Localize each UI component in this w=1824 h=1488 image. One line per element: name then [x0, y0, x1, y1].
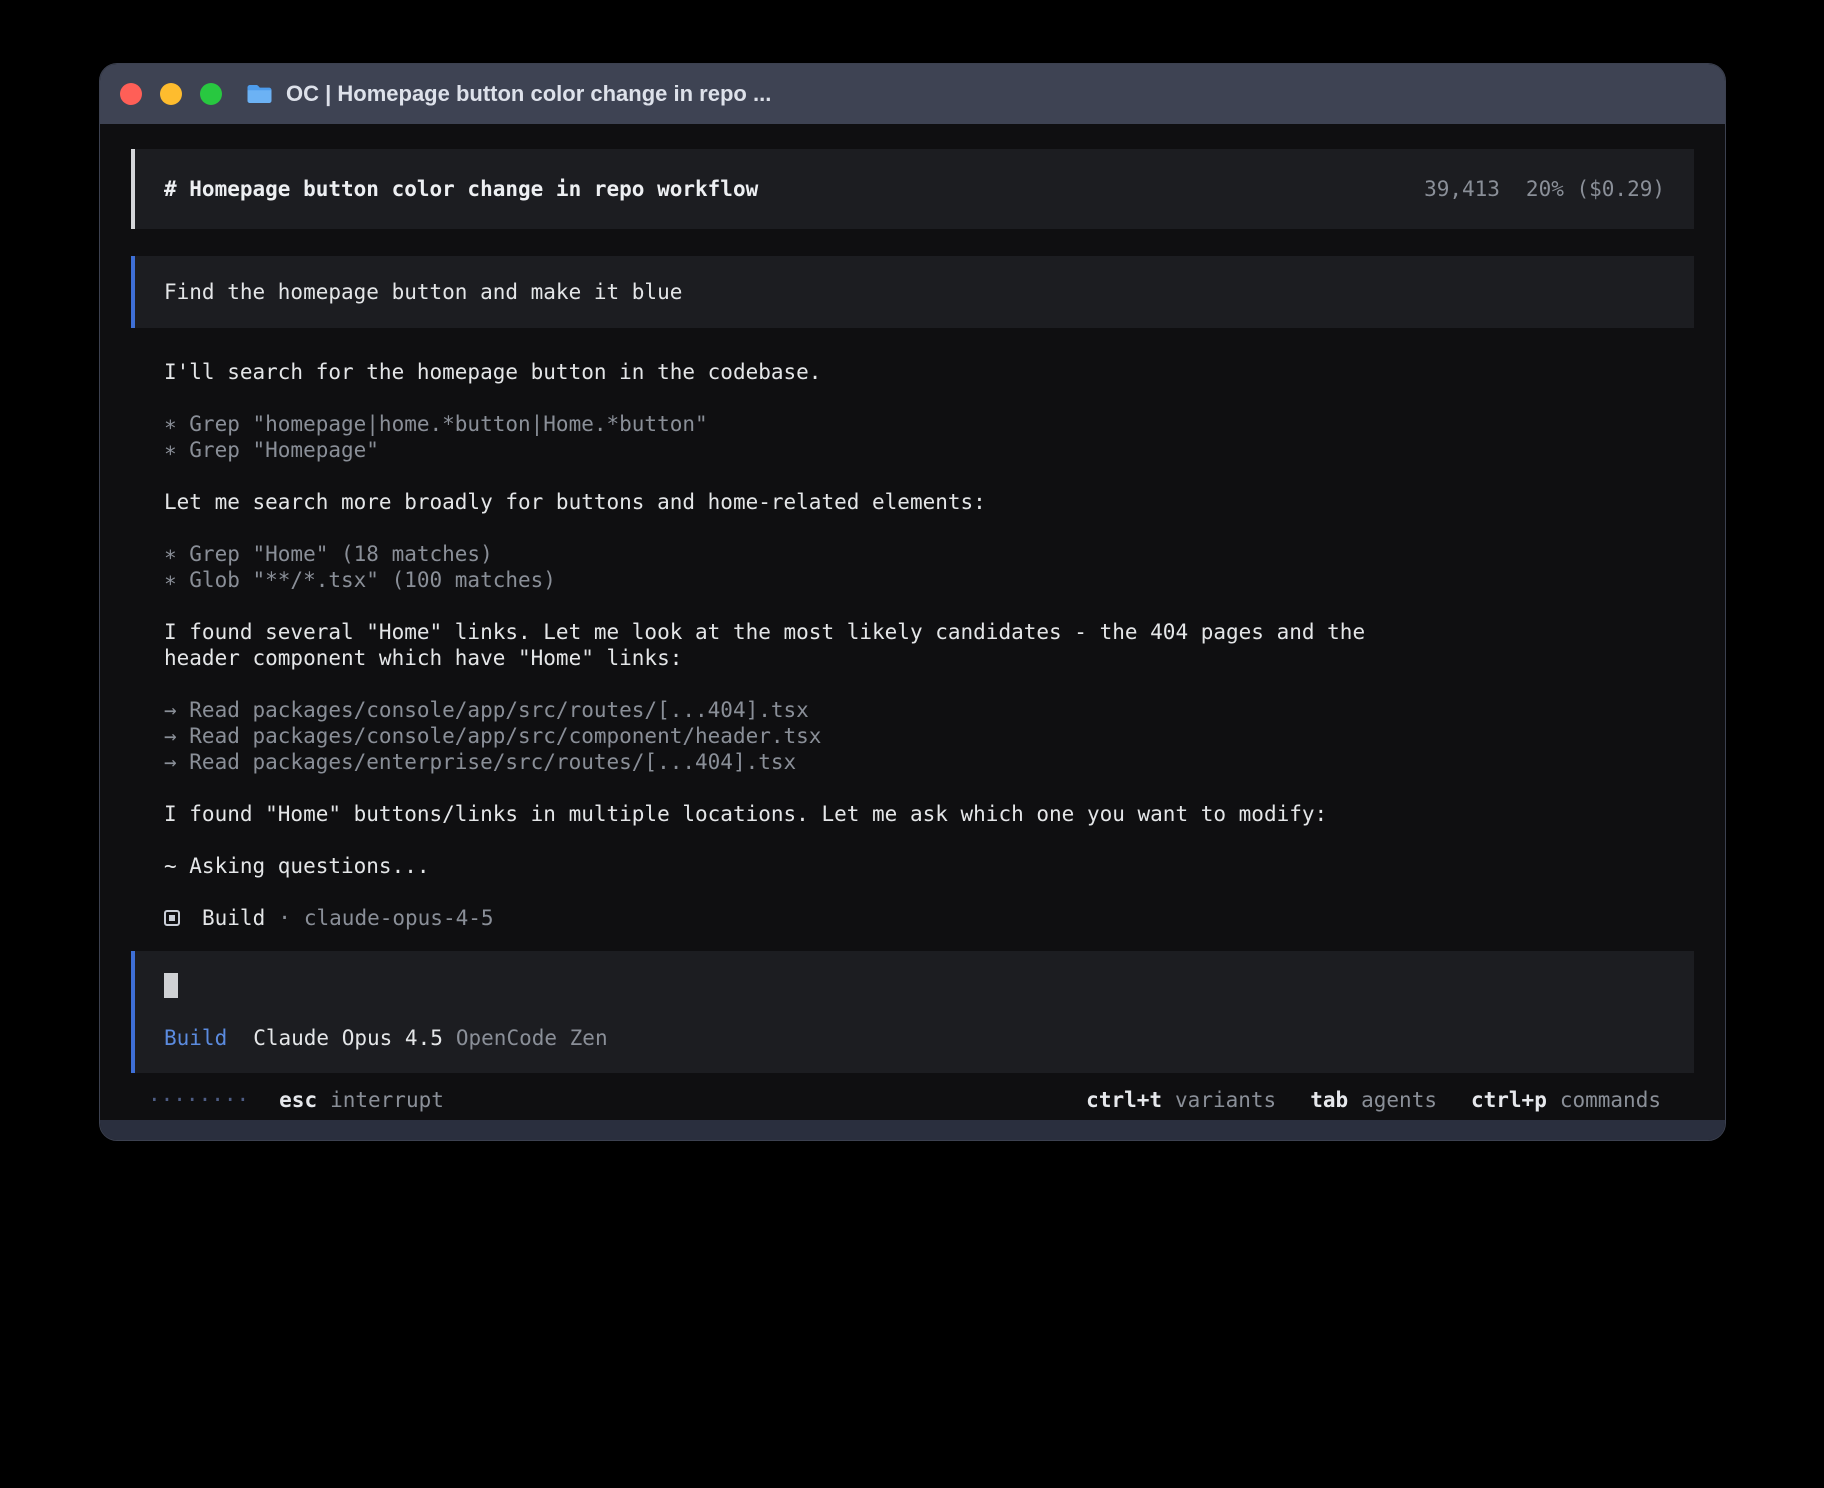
- agent-build-icon: [164, 910, 180, 926]
- prompt-input[interactable]: Build Claude Opus 4.5 OpenCode Zen: [131, 951, 1694, 1073]
- tool-call-grep: ∗ Grep "Home" (18 matches): [164, 541, 1428, 567]
- text-cursor: [164, 973, 178, 998]
- assistant-text: I found several "Home" links. Let me loo…: [164, 619, 1428, 671]
- agent-separator: ·: [278, 905, 291, 931]
- esc-key: esc: [279, 1087, 317, 1113]
- tab-key: tab: [1310, 1087, 1348, 1113]
- terminal-window: OC | Homepage button color change in rep…: [99, 63, 1726, 1141]
- window-controls: [120, 83, 222, 105]
- status-bar: ········ esc interrupt ctrl+t variants t…: [131, 1087, 1694, 1113]
- tool-call-read: → Read packages/enterprise/src/routes/[.…: [164, 749, 1428, 775]
- terminal-content: # Homepage button color change in repo w…: [100, 124, 1725, 1120]
- folder-icon: [246, 83, 273, 105]
- tool-call-group: ∗ Grep "Home" (18 matches) ∗ Glob "**/*.…: [164, 541, 1428, 593]
- model-status-line: Build Claude Opus 4.5 OpenCode Zen: [164, 1025, 1665, 1051]
- user-message: Find the homepage button and make it blu…: [131, 256, 1694, 328]
- esc-label: interrupt: [330, 1087, 444, 1113]
- tool-call-group: ∗ Grep "homepage|home.*button|Home.*butt…: [164, 411, 1428, 463]
- assistant-status-text: ~ Asking questions...: [164, 853, 1428, 879]
- spinner-dots: ········: [148, 1087, 249, 1113]
- window-bottom-edge: [100, 1120, 1725, 1140]
- model-name: Claude Opus 4.5: [253, 1025, 443, 1051]
- assistant-transcript: I'll search for the homepage button in t…: [131, 359, 1461, 931]
- context-cost: 20% ($0.29): [1526, 176, 1665, 202]
- variants-label: variants: [1175, 1087, 1276, 1113]
- tool-call-glob: ∗ Glob "**/*.tsx" (100 matches): [164, 567, 1428, 593]
- minimize-window-button[interactable]: [160, 83, 182, 105]
- token-count: 39,413: [1424, 176, 1500, 202]
- tool-call-read: → Read packages/console/app/src/componen…: [164, 723, 1428, 749]
- commands-hint: ctrl+p commands: [1471, 1087, 1661, 1113]
- ctrl-t-key: ctrl+t: [1086, 1087, 1162, 1113]
- window-titlebar[interactable]: OC | Homepage button color change in rep…: [100, 64, 1725, 124]
- agent-name: Build: [202, 905, 265, 931]
- agent-status-row: Build · claude-opus-4-5: [164, 905, 1428, 931]
- tool-call-read: → Read packages/console/app/src/routes/[…: [164, 697, 1428, 723]
- assistant-text: Let me search more broadly for buttons a…: [164, 489, 1428, 515]
- session-title: # Homepage button color change in repo w…: [164, 176, 758, 202]
- prompt-input-line[interactable]: [164, 973, 1665, 999]
- esc-hint: esc interrupt: [279, 1087, 444, 1113]
- assistant-text: I found "Home" buttons/links in multiple…: [164, 801, 1428, 827]
- tool-call-group: → Read packages/console/app/src/routes/[…: [164, 697, 1428, 775]
- assistant-text: I'll search for the homepage button in t…: [164, 359, 1428, 385]
- session-stats: 39,413 20% ($0.29): [1424, 176, 1665, 202]
- ctrl-p-key: ctrl+p: [1471, 1087, 1547, 1113]
- tool-call-grep: ∗ Grep "Homepage": [164, 437, 1428, 463]
- agents-hint: tab agents: [1310, 1087, 1437, 1113]
- zoom-window-button[interactable]: [200, 83, 222, 105]
- tool-call-grep: ∗ Grep "homepage|home.*button|Home.*butt…: [164, 411, 1428, 437]
- close-window-button[interactable]: [120, 83, 142, 105]
- user-message-text: Find the homepage button and make it blu…: [164, 280, 682, 304]
- agent-mode-label: Build: [164, 1025, 227, 1051]
- window-title: OC | Homepage button color change in rep…: [286, 81, 771, 107]
- commands-label: commands: [1560, 1087, 1661, 1113]
- session-header: # Homepage button color change in repo w…: [131, 149, 1694, 229]
- agent-model: claude-opus-4-5: [304, 905, 494, 931]
- variants-hint: ctrl+t variants: [1086, 1087, 1276, 1113]
- agents-label: agents: [1361, 1087, 1437, 1113]
- provider-name: OpenCode Zen: [456, 1025, 608, 1051]
